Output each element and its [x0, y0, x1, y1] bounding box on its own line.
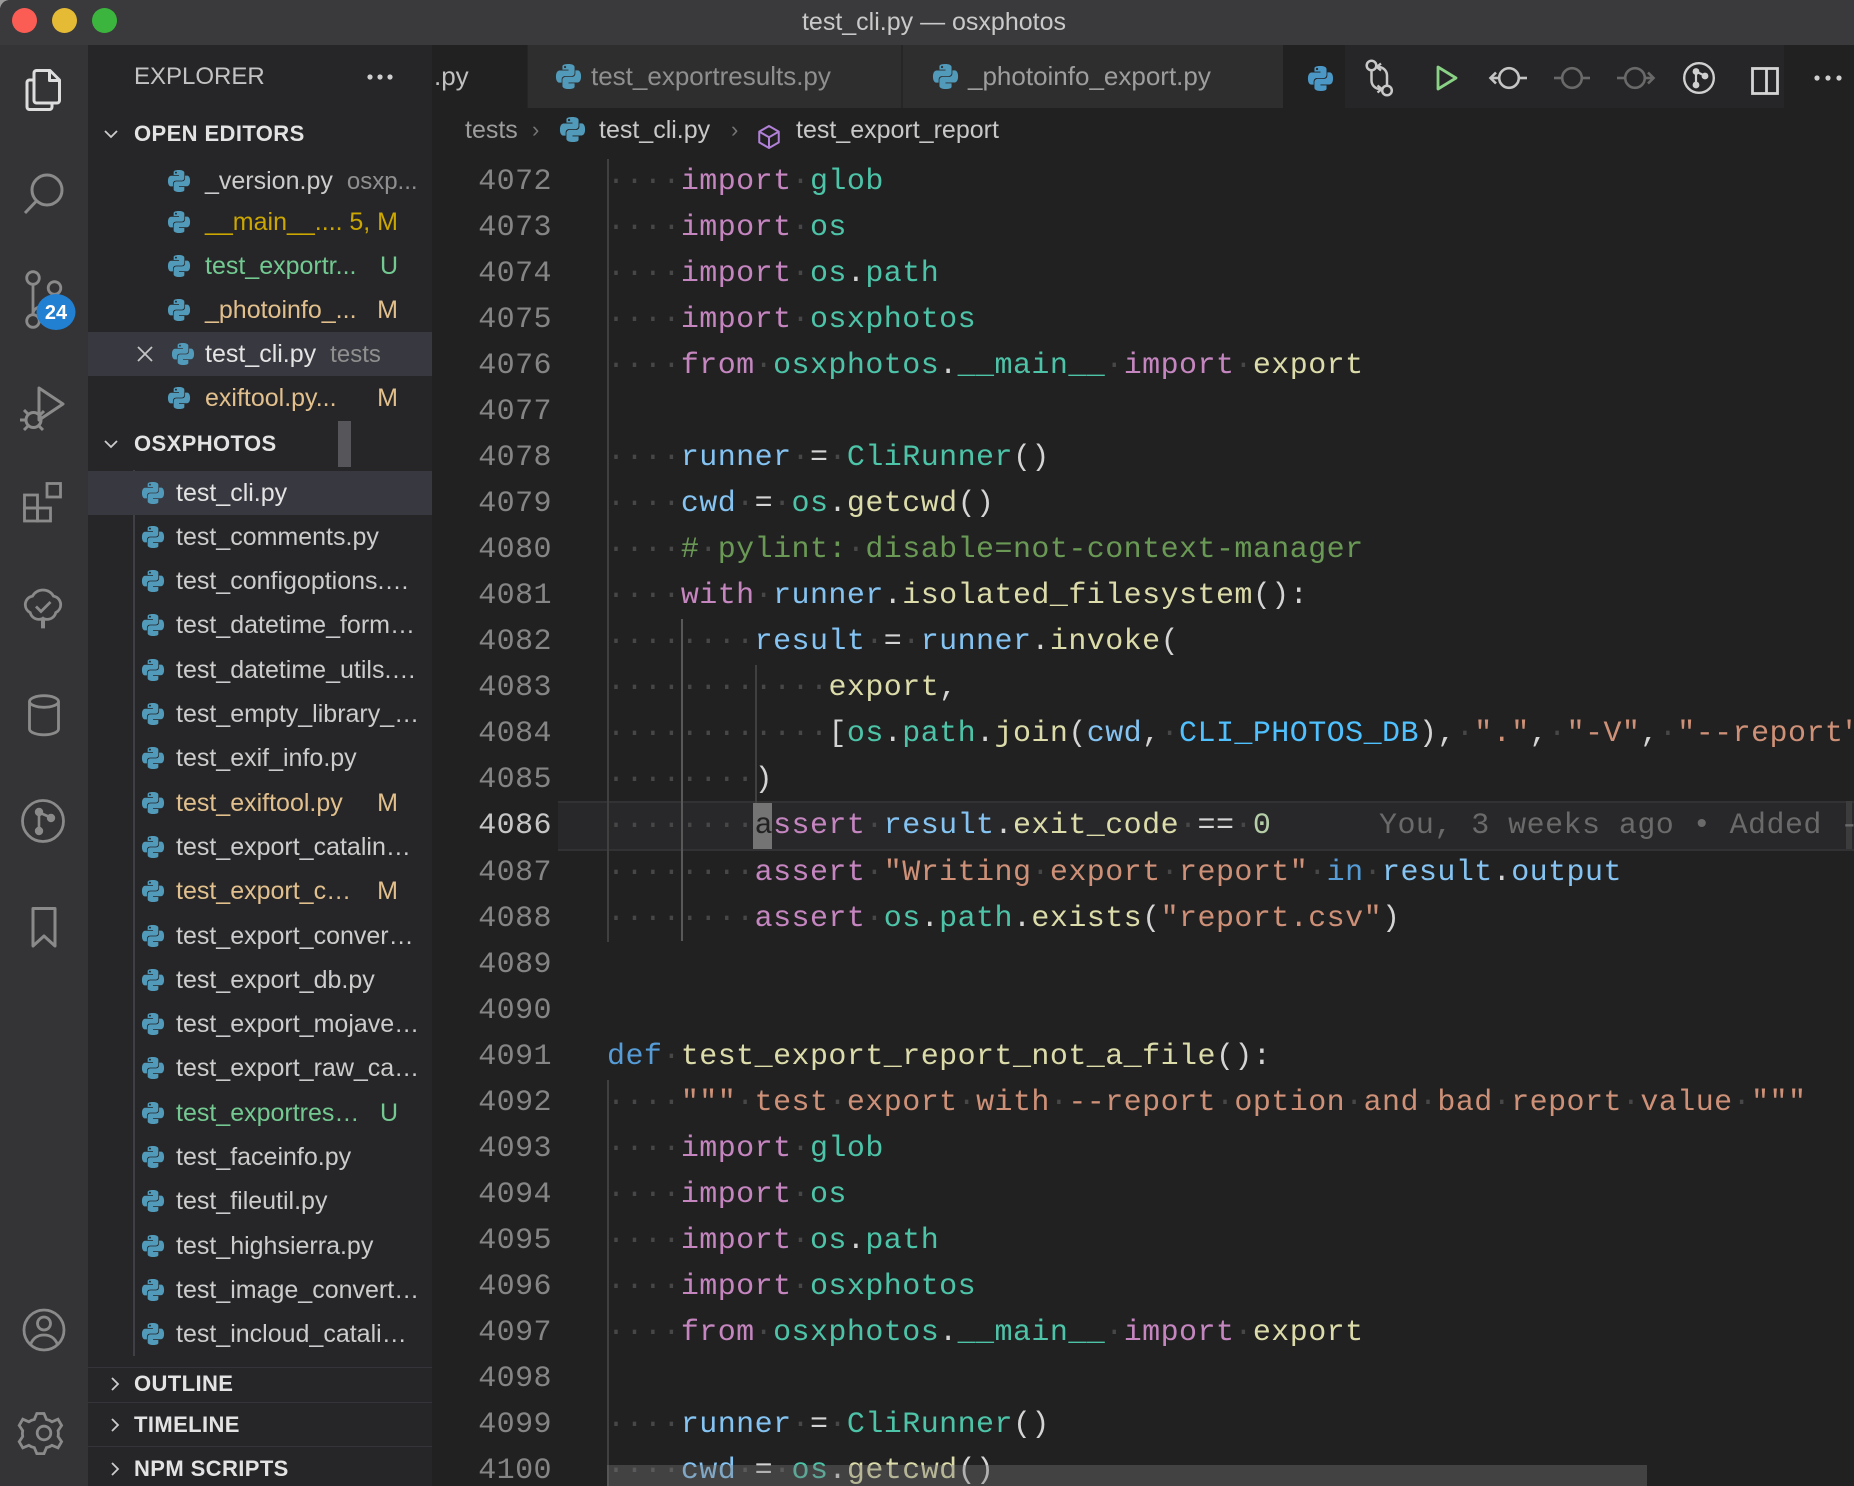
svg-text:24: 24	[45, 302, 68, 324]
